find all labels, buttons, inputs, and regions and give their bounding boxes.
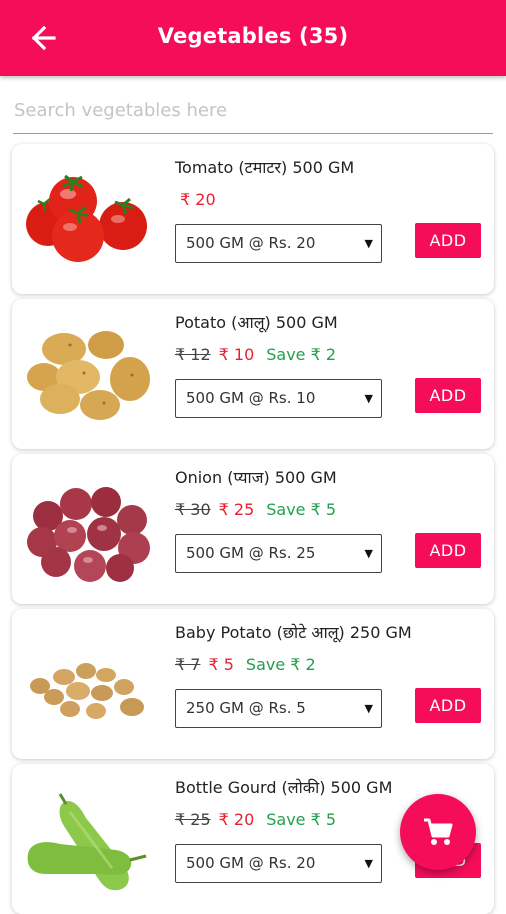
dropdown-arrow-icon: ▼ bbox=[364, 547, 373, 560]
current-price: ₹ 10 bbox=[218, 345, 255, 364]
original-price: ₹ 30 bbox=[175, 500, 211, 519]
add-button[interactable]: ADD bbox=[415, 378, 481, 413]
quantity-select-value: 250 GM @ Rs. 5 bbox=[186, 699, 306, 717]
product-card-potato: Potato (आलू) 500 GM ₹ 12 ₹ 10 Save ₹ 2 500… bbox=[12, 299, 494, 449]
quantity-select-value: 500 GM @ Rs. 25 bbox=[186, 544, 316, 562]
current-price: ₹ 5 bbox=[208, 655, 234, 674]
baby-potato-image bbox=[30, 663, 144, 719]
quantity-select[interactable]: 500 GM @ Rs. 20 ▼ bbox=[175, 224, 382, 263]
product-card-baby-potato: Baby Potato (छोटे आलू) 250 GM ₹ 7 ₹ 5 Save… bbox=[12, 609, 494, 759]
search-input[interactable] bbox=[13, 88, 493, 133]
savings-label: Save ₹ 2 bbox=[266, 345, 337, 364]
quantity-select[interactable]: 250 GM @ Rs. 5 ▼ bbox=[175, 689, 382, 728]
cart-fab-button[interactable] bbox=[400, 794, 476, 870]
price-row: ₹ 20 bbox=[180, 190, 228, 209]
savings-label: Save ₹ 5 bbox=[266, 810, 337, 829]
dropdown-arrow-icon: ▼ bbox=[364, 392, 373, 405]
price-row: ₹ 30 ₹ 25 Save ₹ 5 bbox=[175, 500, 336, 519]
price-row: ₹ 25 ₹ 20 Save ₹ 5 bbox=[175, 810, 336, 829]
app-bar: Vegetables (35) bbox=[0, 0, 506, 76]
quantity-select[interactable]: 500 GM @ Rs. 25 ▼ bbox=[175, 534, 382, 573]
quantity-select[interactable]: 500 GM @ Rs. 10 ▼ bbox=[175, 379, 382, 418]
product-name: Tomato (टमाटर) 500 GM bbox=[175, 158, 355, 177]
product-name: Potato (आलू) 500 GM bbox=[175, 313, 338, 332]
current-price: ₹ 20 bbox=[218, 810, 255, 829]
savings-label: Save ₹ 5 bbox=[266, 500, 337, 519]
add-button[interactable]: ADD bbox=[415, 688, 481, 723]
quantity-select-value: 500 GM @ Rs. 20 bbox=[186, 854, 316, 872]
quantity-select-value: 500 GM @ Rs. 20 bbox=[186, 234, 316, 252]
add-button[interactable]: ADD bbox=[415, 533, 481, 568]
product-card-onion: Onion (प्याज) 500 GM ₹ 30 ₹ 25 Save ₹ 5 50… bbox=[12, 454, 494, 604]
quantity-select[interactable]: 500 GM @ Rs. 20 ▼ bbox=[175, 844, 382, 883]
current-price: ₹ 25 bbox=[218, 500, 255, 519]
product-name: Onion (प्याज) 500 GM bbox=[175, 468, 337, 487]
product-card-tomato: Tomato (टमाटर) 500 GM ₹ 20 500 GM @ Rs. … bbox=[12, 144, 494, 294]
price-row: ₹ 12 ₹ 10 Save ₹ 2 bbox=[175, 345, 336, 364]
add-button[interactable]: ADD bbox=[415, 223, 481, 258]
current-price: ₹ 20 bbox=[180, 190, 216, 209]
dropdown-arrow-icon: ▼ bbox=[364, 237, 373, 250]
savings-label: Save ₹ 2 bbox=[245, 655, 316, 674]
original-price: ₹ 25 bbox=[175, 810, 211, 829]
onion-image bbox=[27, 487, 150, 582]
tomato-image bbox=[26, 174, 147, 262]
page-title: Vegetables (35) bbox=[157, 24, 349, 48]
product-name: Bottle Gourd (लोकी) 500 GM bbox=[175, 778, 393, 797]
product-name: Baby Potato (छोटे आलू) 250 GM bbox=[175, 623, 412, 642]
bottle-gourd-image bbox=[27, 793, 147, 891]
original-price: ₹ 12 bbox=[175, 345, 211, 364]
dropdown-arrow-icon: ▼ bbox=[364, 702, 373, 715]
original-price: ₹ 7 bbox=[175, 655, 201, 674]
search-bar bbox=[13, 88, 493, 134]
quantity-select-value: 500 GM @ Rs. 10 bbox=[186, 389, 316, 407]
price-row: ₹ 7 ₹ 5 Save ₹ 2 bbox=[175, 655, 316, 674]
cart-icon bbox=[424, 818, 453, 845]
potato-image bbox=[27, 331, 150, 420]
dropdown-arrow-icon: ▼ bbox=[364, 857, 373, 870]
